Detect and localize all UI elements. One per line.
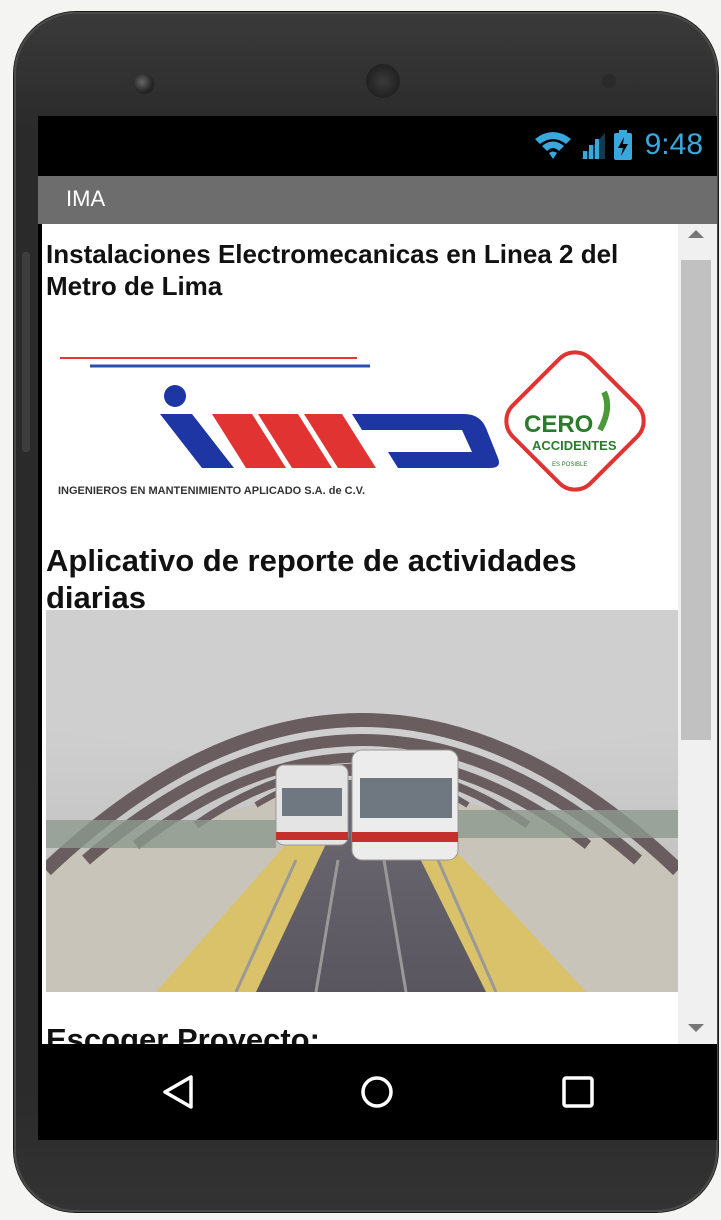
signal-icon	[580, 133, 605, 159]
app-bar: IMA	[38, 176, 717, 224]
badge-accidentes-text: ACCIDENTES	[532, 438, 617, 453]
badge-posible-text: ES POSIBLE	[552, 462, 587, 468]
scroll-content[interactable]: Instalaciones Electromecanicas en Linea …	[42, 224, 717, 1044]
scroll-thumb[interactable]	[681, 260, 711, 740]
back-icon	[163, 1075, 193, 1109]
side-button[interactable]	[22, 252, 30, 452]
logo-company-text: INGENIEROS EN MANTENIMIENTO APLICADO S.A…	[58, 485, 365, 497]
scrollbar[interactable]	[678, 224, 717, 1044]
app-title: IMA	[66, 186, 106, 211]
scroll-down-arrow-icon[interactable]	[688, 1024, 704, 1032]
front-camera	[134, 74, 154, 94]
badge-cero-text: CERO	[524, 411, 593, 438]
subtitle-heading: Aplicativo de reporte de actividades dia…	[46, 543, 577, 615]
home-icon	[361, 1076, 393, 1108]
choose-project-heading: Escoger Proyecto:	[46, 1022, 320, 1044]
battery-charging-icon	[613, 130, 632, 160]
earpiece-speaker	[366, 64, 400, 98]
phone-frame: 9:48 IMA Instalaciones Electromecanicas …	[14, 12, 718, 1212]
metro-station-image	[42, 610, 683, 993]
back-button[interactable]	[156, 1070, 200, 1114]
screen: 9:48 IMA Instalaciones Electromecanicas …	[38, 116, 717, 1140]
recents-button[interactable]	[556, 1070, 600, 1114]
home-button[interactable]	[355, 1070, 399, 1114]
wifi-icon	[534, 132, 571, 159]
scroll-up-arrow-icon[interactable]	[688, 230, 704, 238]
cero-accidentes-badge: CERO ACCIDENTES ES POSIBLE	[504, 350, 646, 492]
company-logo: INGENIEROS EN MANTENIMIENTO APLICADO S.A…	[52, 350, 672, 515]
status-bar: 9:48	[38, 116, 717, 176]
title-heading: Instalaciones Electromecanicas en Linea …	[46, 239, 619, 301]
proximity-sensor	[602, 74, 616, 88]
status-clock: 9:48	[644, 128, 703, 161]
navigation-bar	[38, 1044, 717, 1140]
recents-icon	[562, 1076, 594, 1108]
